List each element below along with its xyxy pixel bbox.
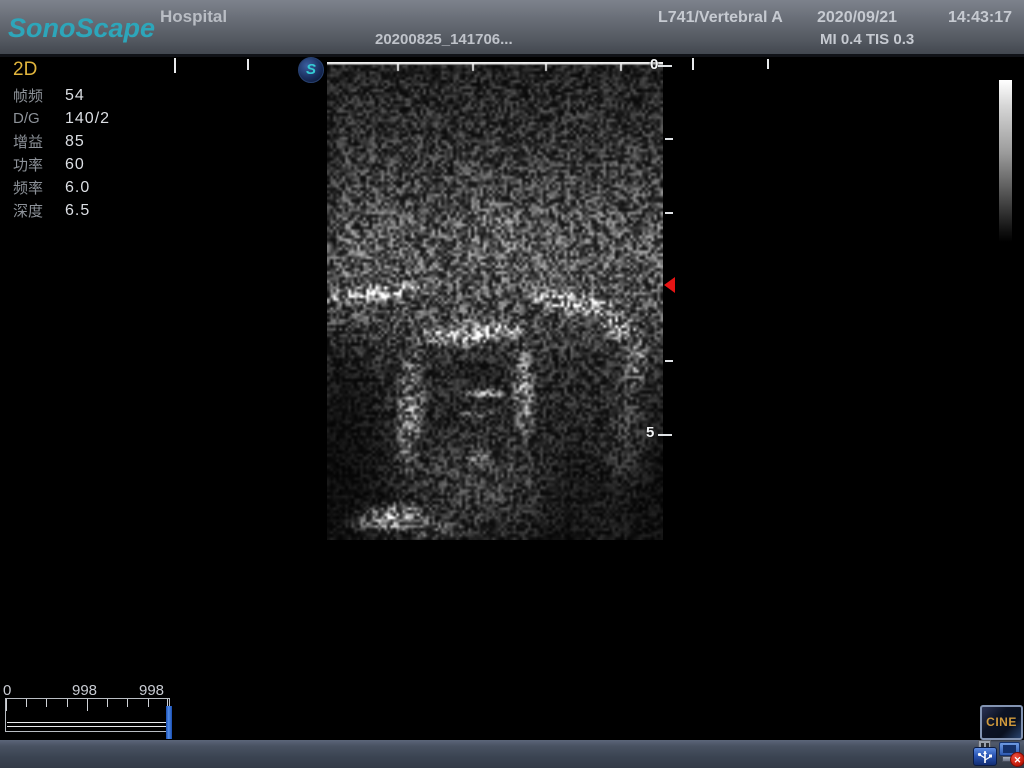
hospital-name: Hospital (160, 7, 227, 27)
cine-position-marker[interactable] (166, 706, 172, 739)
cine-track-line (7, 726, 168, 727)
top-ruler-tick (247, 59, 249, 70)
param-value: 54 (65, 87, 85, 105)
cine-current-label: 998 (72, 682, 97, 699)
cine-tick (148, 699, 149, 707)
depth-tick-major (658, 434, 672, 436)
cine-total-label: 998 (139, 682, 164, 699)
sonoscape-mark-icon: S (298, 57, 324, 83)
cine-tick (6, 699, 7, 711)
disconnected-badge-icon: ✕ (1010, 752, 1024, 767)
param-label: D/G (13, 110, 65, 127)
taskbar (0, 740, 1024, 768)
grayscale-bar (999, 80, 1012, 242)
param-value: 140/2 (65, 110, 110, 128)
cine-scrubber-track[interactable] (5, 698, 170, 732)
param-row-power: 功率 60 (13, 153, 110, 176)
param-row-framerate: 帧频 54 (13, 84, 110, 107)
mode-label: 2D (13, 59, 37, 81)
cine-tick (67, 699, 68, 707)
ultrasound-image[interactable] (327, 62, 663, 540)
param-row-dg: D/G 140/2 (13, 107, 110, 130)
usb-device-icon[interactable] (972, 739, 998, 767)
cine-track-line (7, 722, 168, 723)
system-time: 14:43:17 (948, 9, 1012, 27)
cine-tick (87, 699, 88, 711)
depth-tick (665, 138, 673, 140)
param-value: 6.5 (65, 202, 90, 220)
depth-tick (665, 212, 673, 214)
probe-preset: L741/Vertebral A (658, 9, 783, 27)
focus-marker-icon (664, 277, 675, 293)
param-label: 频率 (13, 177, 65, 198)
param-label: 增益 (13, 131, 65, 152)
param-value: 6.0 (65, 179, 90, 197)
cine-tick (107, 699, 108, 707)
param-label: 深度 (13, 200, 65, 221)
mi-tis-readout: MI 0.4 TIS 0.3 (820, 31, 914, 48)
header-bar: SonoScape Hospital L741/Vertebral A 2020… (0, 0, 1024, 57)
depth-ruler-five: 5 (646, 424, 654, 441)
param-row-gain: 增益 85 (13, 130, 110, 153)
top-ruler-tick (174, 58, 176, 73)
cine-tick (127, 699, 128, 707)
param-row-frequency: 频率 6.0 (13, 176, 110, 199)
cine-tick (46, 699, 47, 707)
cine-start-label: 0 (3, 682, 11, 699)
param-value: 85 (65, 133, 85, 151)
ultrasound-screen: SonoScape Hospital L741/Vertebral A 2020… (0, 0, 1024, 768)
depth-tick-major (658, 65, 672, 67)
parameter-panel: 帧频 54 D/G 140/2 增益 85 功率 60 频率 6.0 深度 6.… (13, 84, 110, 222)
sonoscape-logo: SonoScape (8, 13, 155, 44)
param-label: 帧频 (13, 85, 65, 106)
network-pc-icon[interactable]: ✕ (997, 740, 1024, 768)
cine-tick (26, 699, 27, 707)
usb-body-icon (973, 747, 997, 766)
top-ruler-tick (767, 59, 769, 69)
cine-mode-button[interactable]: CINE (980, 705, 1023, 740)
param-row-depth: 深度 6.5 (13, 199, 110, 222)
param-label: 功率 (13, 154, 65, 175)
param-value: 60 (65, 156, 85, 174)
system-date: 2020/09/21 (817, 9, 897, 27)
top-ruler-tick (692, 58, 694, 70)
exam-id: 20200825_141706... (375, 31, 513, 48)
depth-tick (665, 360, 673, 362)
